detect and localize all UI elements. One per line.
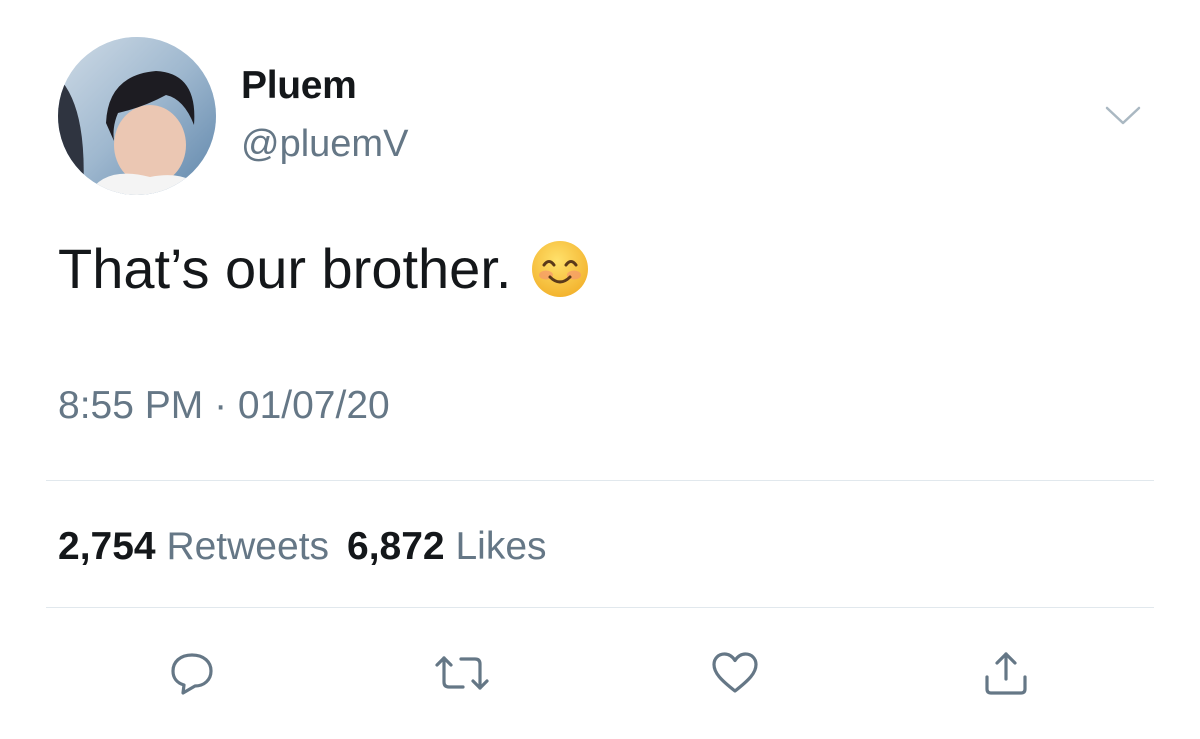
- heart-icon: [712, 652, 758, 693]
- tweet-timestamp: 8:55 PM · 01/07/20: [58, 384, 390, 427]
- divider: [46, 607, 1154, 608]
- retweets-stat[interactable]: 2,754 Retweets: [58, 525, 329, 568]
- likes-label: Likes: [455, 525, 547, 568]
- user-handle[interactable]: @pluemV: [241, 125, 408, 163]
- share-button[interactable]: [977, 646, 1035, 700]
- display-name[interactable]: Pluem: [241, 66, 357, 105]
- retweet-icon: [435, 656, 489, 690]
- likes-count: 6,872: [347, 525, 445, 568]
- share-icon: [985, 652, 1027, 695]
- tweet-text: That’s our brother.: [58, 240, 589, 298]
- tweet-card: Pluem @pluemV That’s our brother. 8:55 P…: [0, 0, 1200, 739]
- retweets-count: 2,754: [58, 525, 156, 568]
- divider: [46, 480, 1154, 481]
- chevron-down-icon[interactable]: [1104, 104, 1142, 128]
- smiling-face-emoji-icon: [531, 240, 589, 298]
- reply-button[interactable]: [163, 646, 221, 700]
- likes-stat[interactable]: 6,872 Likes: [347, 525, 547, 568]
- tweet-body: That’s our brother.: [58, 237, 512, 300]
- avatar-image: [58, 37, 216, 195]
- like-button[interactable]: [706, 646, 764, 700]
- tweet-stats: 2,754 Retweets 6,872 Likes: [58, 527, 547, 566]
- reply-icon: [171, 653, 213, 695]
- retweets-label: Retweets: [166, 525, 330, 568]
- retweet-button[interactable]: [433, 646, 491, 700]
- avatar[interactable]: [58, 37, 216, 195]
